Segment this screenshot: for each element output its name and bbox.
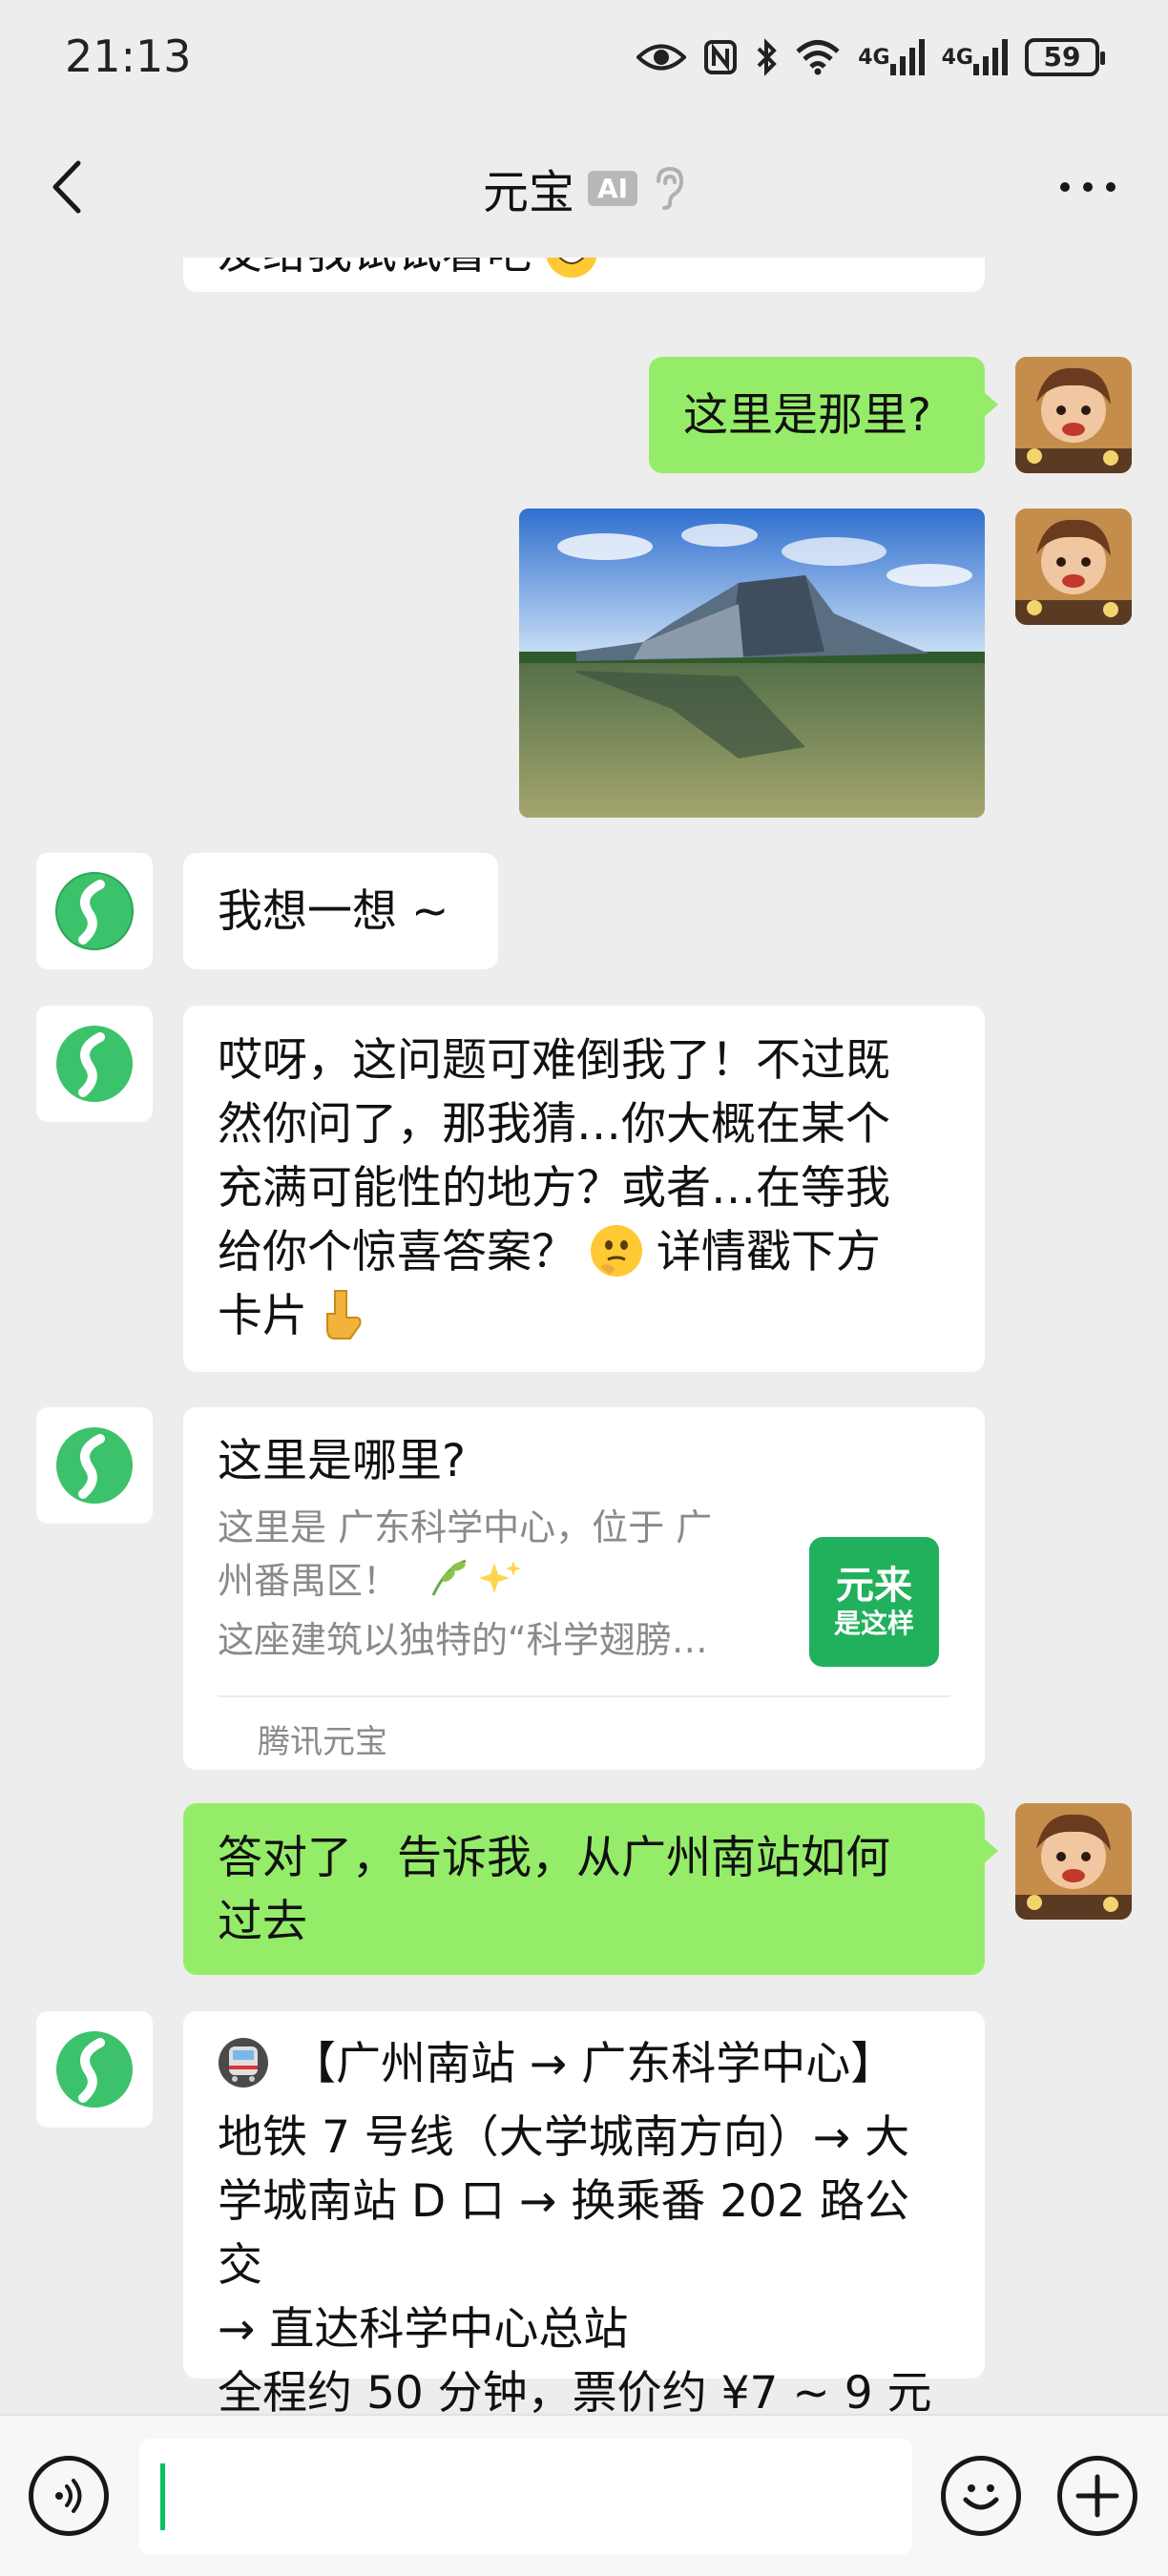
card-description-line: 这座建筑以独特的“科学翅膀…: [218, 1619, 708, 1661]
message-line: 充满可能性的地方？或者…在等我: [218, 1162, 890, 1215]
message-line: 地铁 7 号线（大学城南方向）→ 大: [218, 2111, 910, 2164]
link-card[interactable]: 这里是哪里? 这里是 广东科学中心，位于 广 州番禺区！ 这座建筑以独特的“科学…: [183, 1407, 985, 1770]
voice-icon: [55, 2479, 82, 2513]
yuanbao-logo-icon: [56, 1427, 133, 1504]
card-description-line: 这里是 广东科学中心，位于 广: [218, 1506, 713, 1548]
chat-title: 元宝: [482, 166, 574, 219]
status-time: 21:13: [65, 31, 192, 82]
metro-emoji-icon: [218, 2037, 269, 2106]
battery-icon: 59: [1025, 38, 1105, 76]
card-thumbnail: 元来 是这样: [809, 1537, 939, 1667]
text-caret: [160, 2463, 165, 2530]
bot-message-bubble[interactable]: 【广州南站 → 广东科学中心】 地铁 7 号线（大学城南方向）→ 大 学城南站 …: [183, 2011, 985, 2414]
message-text: 友给我试试看吧: [218, 258, 532, 280]
more-button[interactable]: [1050, 160, 1126, 214]
ai-badge: AI: [587, 170, 638, 206]
thinking-emoji-icon: [590, 1225, 642, 1277]
bot-message-bubble[interactable]: 友给我试试看吧: [183, 258, 985, 292]
chat-message-list[interactable]: 友给我试试看吧 这里是那里?: [0, 258, 1168, 2414]
message-line: 给你个惊喜答案？: [218, 1226, 576, 1278]
more-icon: [1060, 182, 1116, 192]
yuanbao-logo-icon: [56, 1026, 133, 1102]
message-text: 这里是那里?: [683, 389, 931, 442]
message-line: 卡片: [218, 1290, 307, 1342]
bot-message-bubble[interactable]: 哎呀，这问题可难倒我了！不过既 然你问了，那我猜…你大概在某个 充满可能性的地方…: [183, 1006, 985, 1372]
message-input[interactable]: [139, 2439, 912, 2555]
sparkle-emoji-icon: [428, 1557, 523, 1613]
signal-icon: 4G: [858, 39, 925, 75]
card-source: 腾讯元宝: [258, 1723, 387, 1761]
message-line: 然你问了，那我猜…你大概在某个: [218, 1098, 890, 1151]
chat-header: 元宝 AI: [0, 114, 1168, 258]
bot-avatar[interactable]: [36, 1006, 153, 1122]
thumbnail-line: 是这样: [833, 1608, 914, 1639]
voice-button[interactable]: [29, 2456, 109, 2536]
message-line: 详情戳下方: [656, 1226, 881, 1278]
emoji-icon: [963, 2484, 999, 2510]
sent-photo[interactable]: [519, 509, 985, 818]
wifi-icon: [795, 39, 841, 75]
chat-title-group: 元宝 AI: [0, 155, 1168, 221]
signal-icon: 4G: [942, 39, 1008, 75]
card-title: 这里是哪里?: [218, 1435, 466, 1487]
eye-icon: [636, 41, 687, 73]
card-divider: [218, 1695, 950, 1697]
grinning-emoji-icon: [545, 258, 597, 278]
message-text: 我想一想 ~: [218, 885, 449, 938]
message-line: → 直达科学中心总站: [218, 2303, 629, 2356]
bot-avatar[interactable]: [36, 2011, 153, 2128]
card-description-line: 州番禺区！: [218, 1560, 400, 1602]
emoji-button[interactable]: [941, 2456, 1021, 2536]
ear-icon[interactable]: [651, 166, 685, 210]
message-line: 答对了，告诉我，从广州南站如何: [218, 1832, 890, 1884]
input-bar: [0, 2414, 1168, 2576]
message-line: 学城南站 D 口 → 换乘番 202 路公交: [218, 2175, 909, 2292]
user-avatar[interactable]: [1015, 509, 1132, 625]
message-line: 哎呀，这问题可难倒我了！不过既: [218, 1034, 890, 1087]
network-label: 4G: [941, 45, 973, 70]
plus-button[interactable]: [1057, 2456, 1137, 2536]
message-line: 【广州南站 → 广东科学中心】: [290, 2038, 896, 2090]
status-bar: 21:13 4G 4G 59: [0, 0, 1168, 114]
nfc-icon: [703, 39, 738, 75]
bot-avatar[interactable]: [36, 1407, 153, 1524]
thumbnail-line: 元来: [836, 1564, 912, 1608]
pointing-down-emoji-icon: [322, 1289, 364, 1358]
message-line: 全程约 50 分钟，票价约 ¥7 ~ 9 元 ~: [218, 2367, 932, 2414]
battery-level: 59: [1025, 38, 1105, 76]
status-icons: 4G 4G 59: [636, 29, 1105, 86]
yuanbao-logo-icon: [56, 2031, 133, 2108]
bot-message-bubble[interactable]: 我想一想 ~: [183, 853, 498, 969]
plus-icon: [1075, 2474, 1119, 2518]
message-line: 过去: [218, 1896, 307, 1948]
user-avatar[interactable]: [1015, 1803, 1132, 1920]
user-message-bubble[interactable]: 答对了，告诉我，从广州南站如何 过去: [183, 1803, 998, 1975]
yuanbao-logo-icon: [55, 872, 134, 950]
network-label: 4G: [858, 45, 890, 70]
bluetooth-icon: [755, 38, 778, 76]
user-message-bubble[interactable]: 这里是那里?: [649, 357, 998, 473]
user-avatar[interactable]: [1015, 357, 1132, 473]
bot-avatar[interactable]: [36, 853, 153, 969]
